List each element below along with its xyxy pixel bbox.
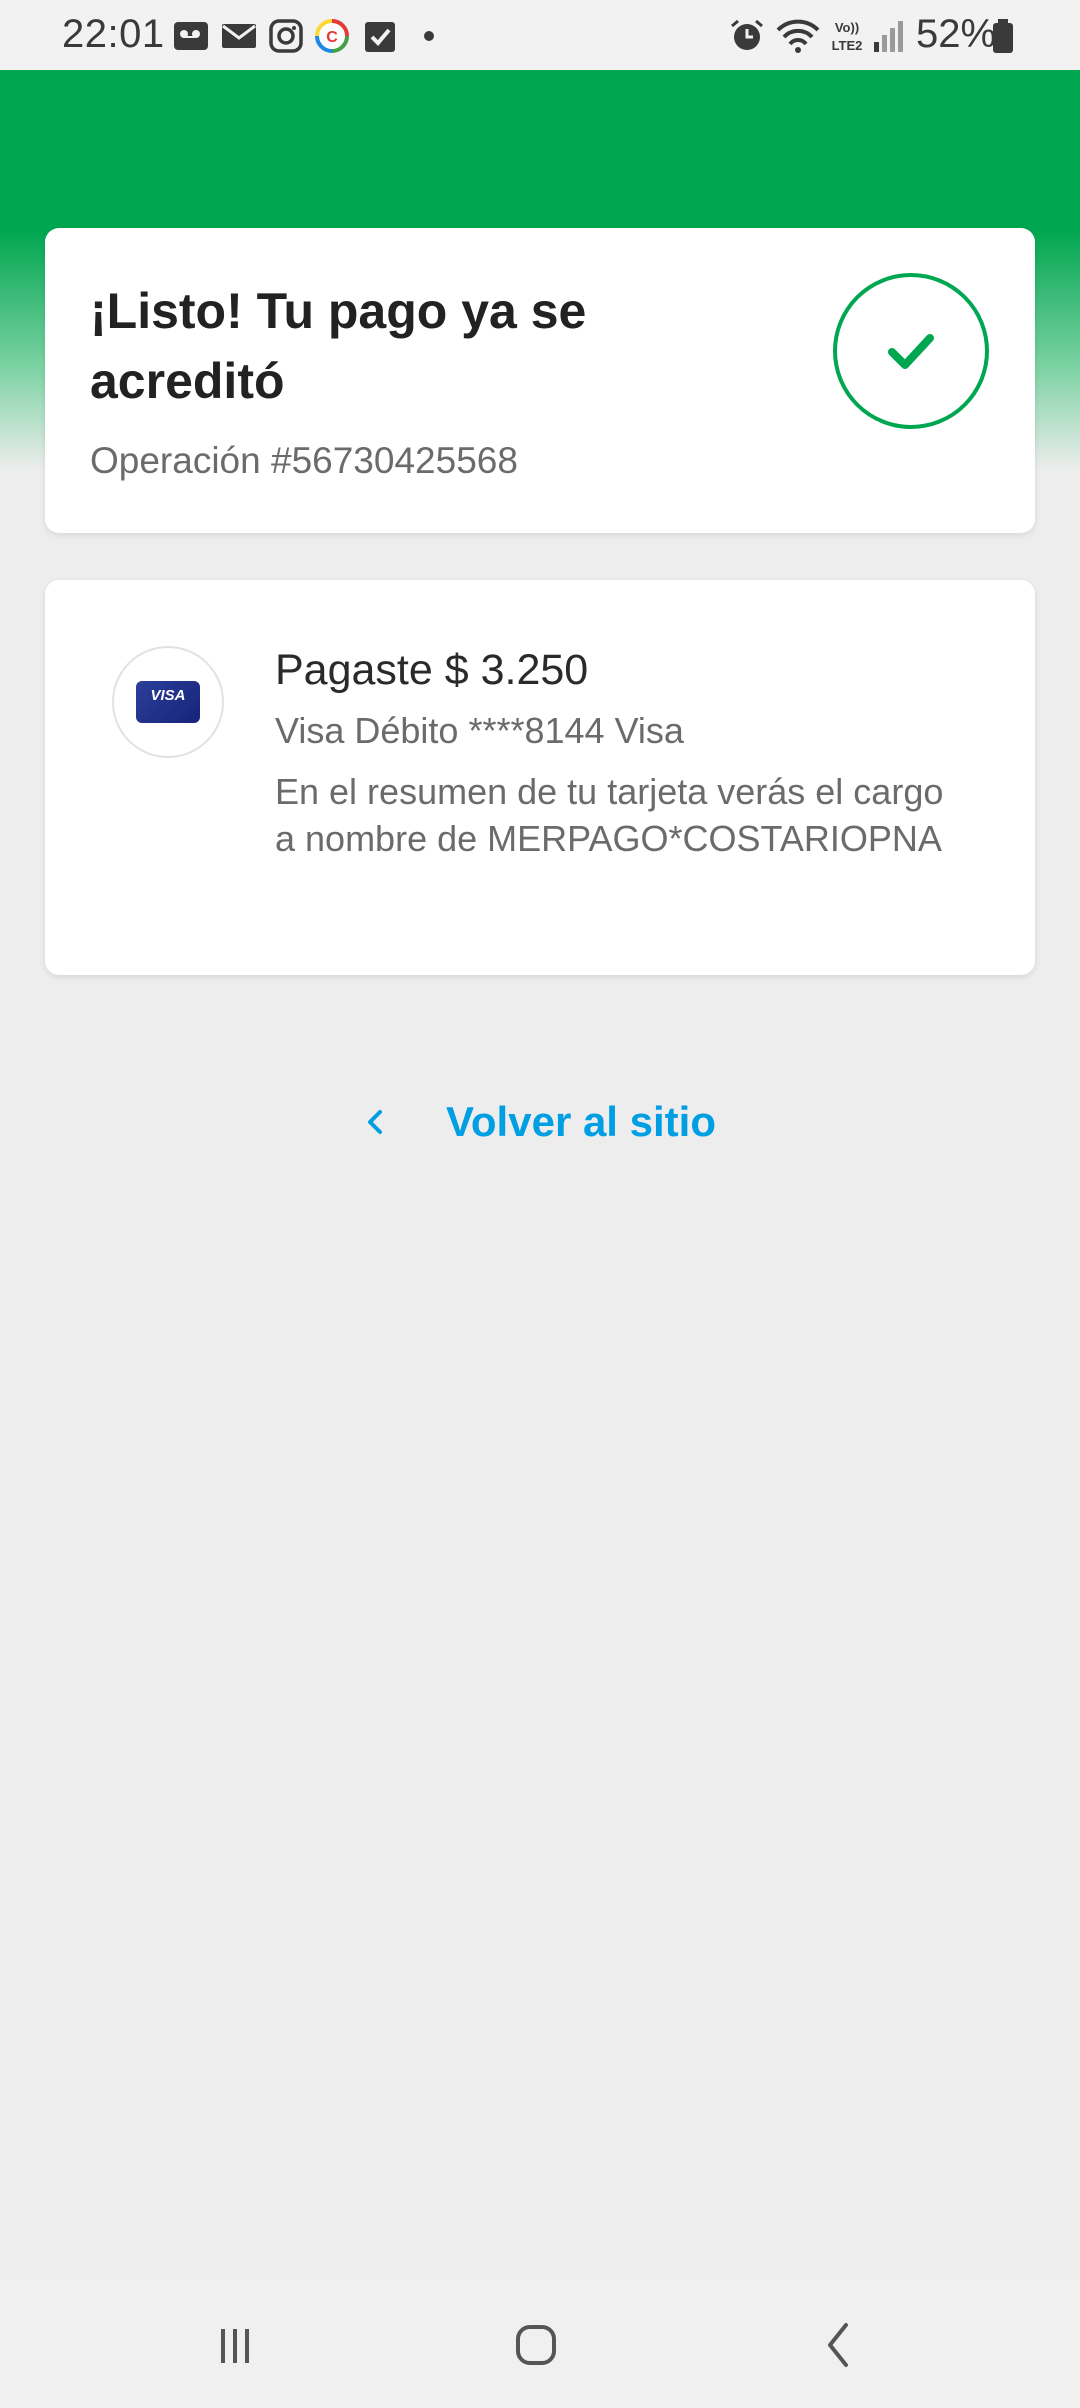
back-to-site-label: Volver al sitio [446, 1098, 716, 1145]
task-check-icon [361, 18, 399, 54]
system-nav-bar [0, 2280, 1080, 2408]
network-label: LTE2 [832, 38, 863, 53]
recent-apps-icon[interactable] [195, 2310, 275, 2380]
alarm-icon [728, 18, 766, 54]
status-bar: 22:01 C Vo)) LTE2 52% [0, 0, 1080, 70]
back-to-site-button[interactable]: Volver al sitio [360, 1090, 716, 1154]
payment-method: Visa Débito ****8144 Visa [275, 710, 684, 751]
check-icon [833, 273, 989, 429]
volte-icon: Vo)) LTE2 [824, 18, 870, 54]
battery-icon [990, 18, 1016, 54]
success-title: ¡Listo! Tu pago ya se acreditó [90, 283, 587, 409]
back-icon[interactable] [800, 2310, 880, 2380]
wifi-icon [776, 18, 820, 54]
instagram-icon [267, 18, 305, 54]
status-time: 22:01 [62, 12, 165, 56]
card-brand-logo: VISA [112, 646, 224, 758]
success-card: ¡Listo! Tu pago ya se acreditó Operación… [45, 228, 1035, 533]
signal-icon [872, 18, 906, 54]
app-c-icon: C [313, 18, 351, 54]
svg-text:C: C [326, 29, 338, 46]
battery-percent: 52% [916, 12, 997, 56]
email-icon [220, 18, 258, 54]
visa-card-icon: VISA [136, 681, 200, 723]
dot-icon [410, 18, 448, 54]
payment-confirmation-screen: 22:01 C Vo)) LTE2 52% ¡Listo! Tu pago ya… [0, 0, 1080, 2408]
voicemail-icon [172, 18, 210, 54]
svg-text:Vo)): Vo)) [835, 20, 859, 35]
home-icon[interactable] [496, 2310, 576, 2380]
chevron-left-icon [368, 1110, 382, 1134]
operation-number: Operación #56730425568 [90, 440, 518, 481]
payment-details-card: VISA Pagaste $ 3.250 Visa Débito ****814… [45, 580, 1035, 975]
payment-amount: Pagaste $ 3.250 [275, 646, 589, 694]
statement-note: En el resumen de tu tarjeta verás el car… [275, 771, 944, 859]
